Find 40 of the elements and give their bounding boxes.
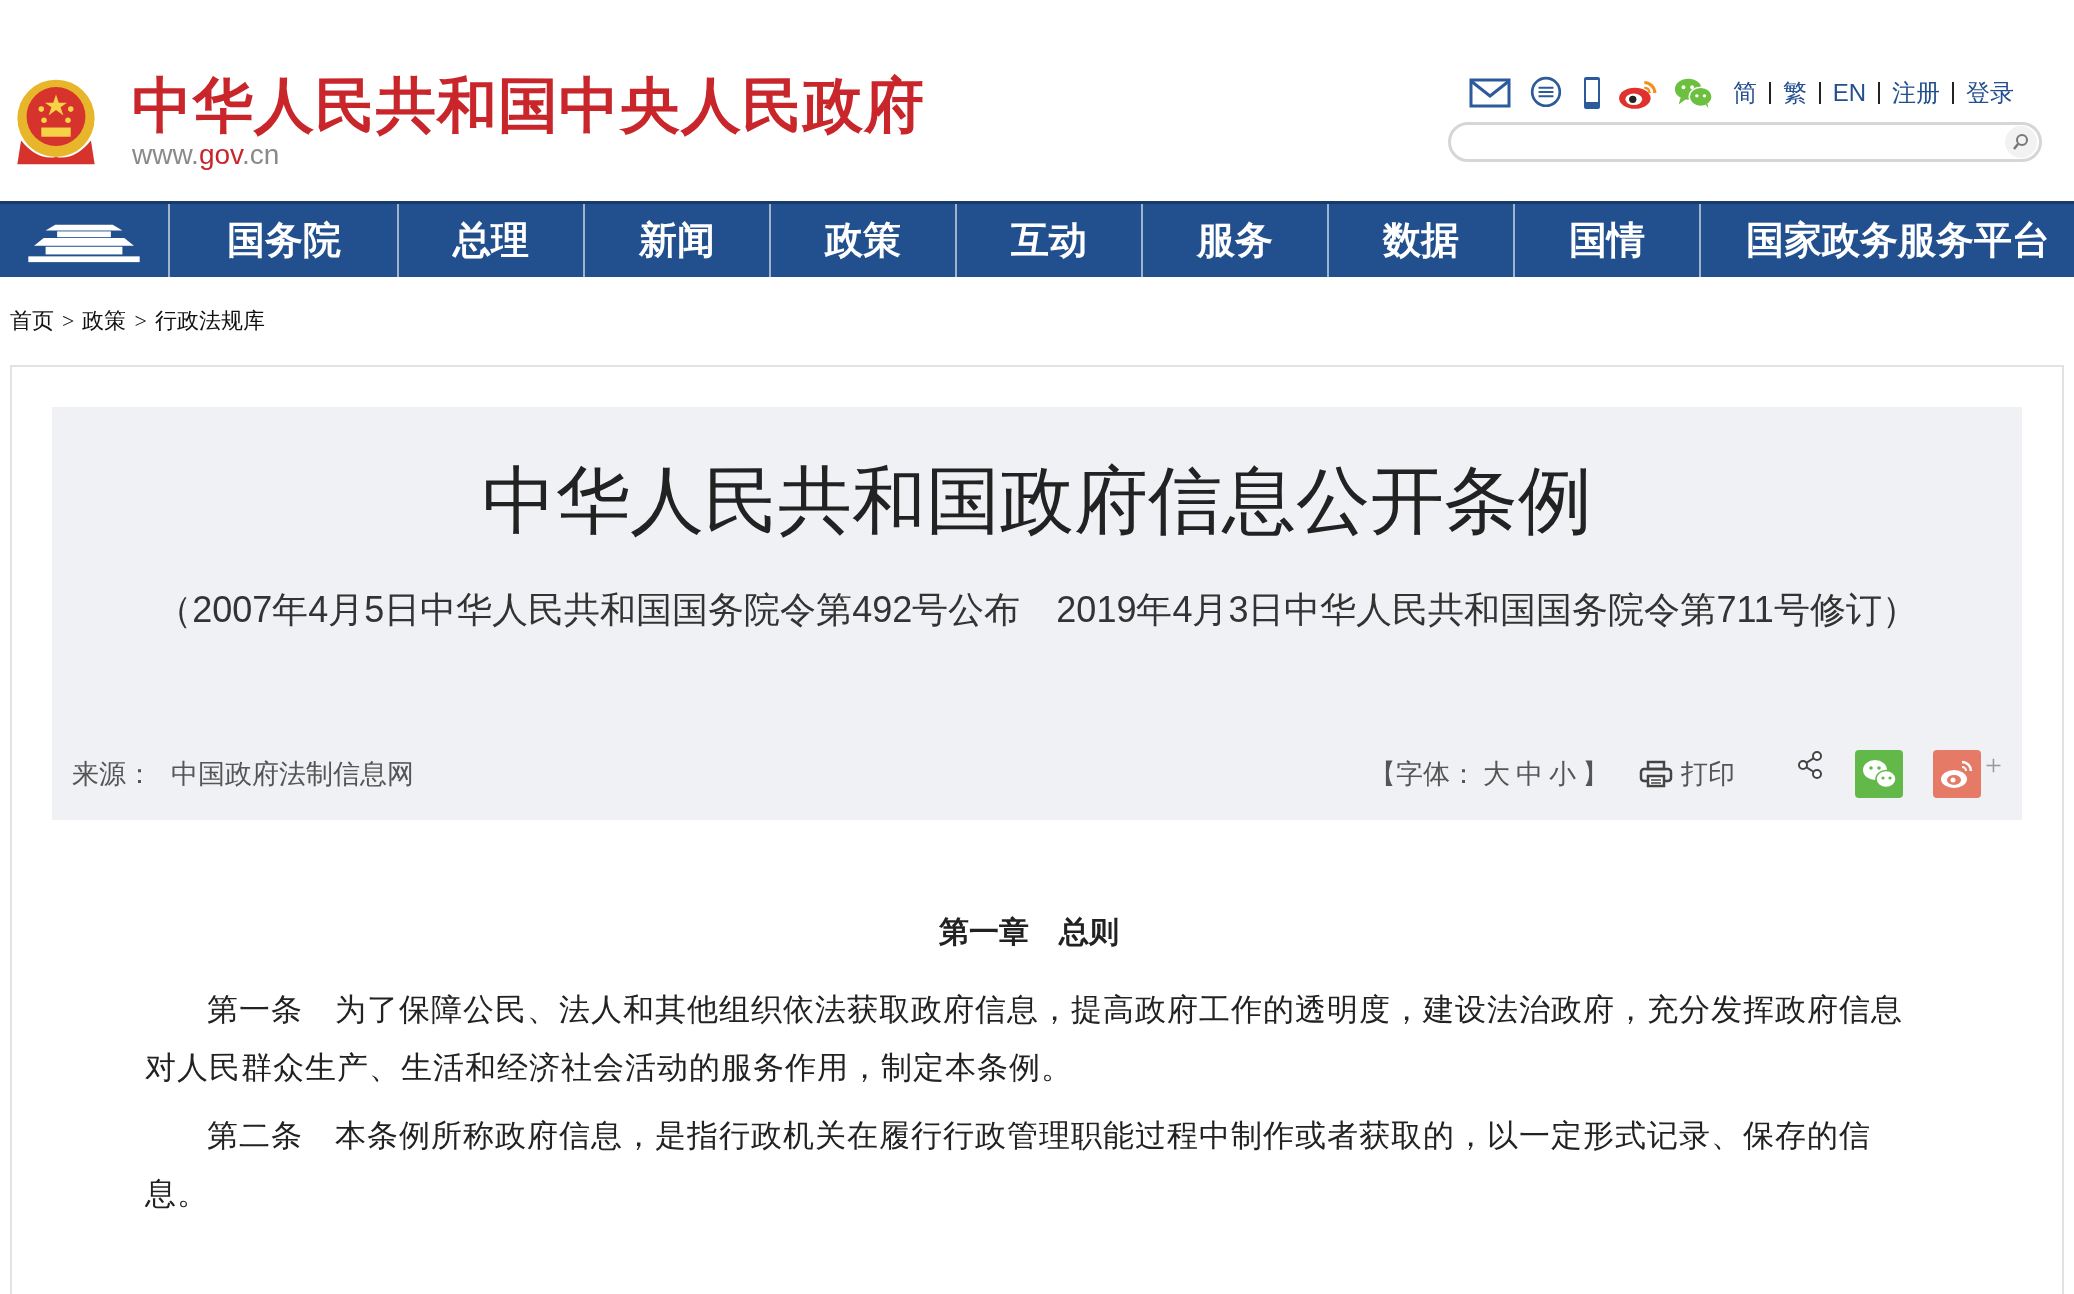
- nav-item[interactable]: 新闻: [585, 204, 771, 277]
- font-size-option[interactable]: 中: [1516, 756, 1544, 792]
- source-name: 中国政府法制信息网: [171, 758, 414, 791]
- site-title[interactable]: 中华人民共和国中央人民政府: [132, 73, 925, 139]
- nav-item[interactable]: 服务: [1143, 204, 1329, 277]
- weibo-share-icon[interactable]: [1933, 750, 1982, 798]
- printer-icon: [1639, 760, 1674, 788]
- search-button[interactable]: [2005, 126, 2037, 158]
- site-url: www.gov.cn: [132, 139, 281, 171]
- nav-item[interactable]: 国务院: [170, 204, 399, 277]
- search-icon: [2011, 132, 2031, 152]
- nav-item[interactable]: 国情: [1515, 204, 1701, 277]
- article-subtitle: （2007年4月5日中华人民共和国国务院令第492号公布 2019年4月3日中华人民共和国国务院令第711号修订）: [156, 587, 1918, 632]
- nav-item[interactable]: 总理: [399, 204, 585, 277]
- breadcrumb-link[interactable]: 首页: [10, 306, 54, 336]
- breadcrumb-separator: >: [62, 308, 75, 334]
- header-link[interactable]: 注册: [1892, 77, 1940, 109]
- font-size-label: 【字体：: [1369, 758, 1478, 791]
- article-paragraph: 第二条 本条例所称政府信息，是指行政机关在履行行政管理职能过程中制作或者获取的，以一定形式记录、保存的信息。: [145, 1117, 1872, 1213]
- header-link[interactable]: EN: [1832, 79, 1866, 107]
- font-size-option[interactable]: 大: [1483, 756, 1511, 792]
- print-link[interactable]: 打印: [1639, 756, 1736, 792]
- nav-item[interactable]: 互动: [957, 204, 1143, 277]
- article-paragraph: 第一条 为了保障公民、法人和其他组织依法获取政府信息，提高政府工作的透明度，建设法治政府，充分发挥政府信息对人民群众生产、生活和经济社会活动的服务作用，制定本条例。: [145, 991, 1904, 1087]
- chapter-heading: 第一章 总则: [937, 914, 1120, 950]
- breadcrumb-link[interactable]: 行政法规库: [154, 306, 265, 336]
- article-title: 中华人民共和国政府信息公开条例: [482, 458, 1592, 544]
- breadcrumb-separator: >: [134, 308, 147, 334]
- mail-icon[interactable]: [1468, 76, 1511, 110]
- nav-item[interactable]: 政策: [771, 204, 957, 277]
- header-link[interactable]: 登录: [1966, 77, 2014, 109]
- header-link[interactable]: 繁: [1782, 77, 1807, 109]
- breadcrumb-link[interactable]: 政策: [82, 306, 127, 336]
- search-field[interactable]: [1448, 122, 2042, 162]
- nav-item[interactable]: 国家政务服务平台: [1701, 204, 2074, 277]
- font-size-option[interactable]: 小: [1549, 756, 1577, 792]
- font-size-bracket: 】: [1582, 758, 1610, 791]
- header-link[interactable]: 简: [1732, 77, 1757, 109]
- source-label: 来源：: [72, 758, 153, 791]
- nav-item[interactable]: 数据: [1329, 204, 1515, 277]
